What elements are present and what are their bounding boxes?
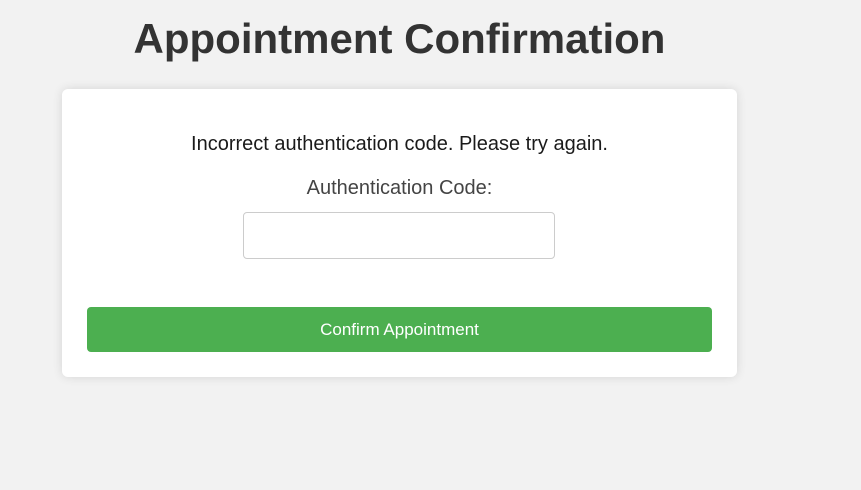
error-message: Incorrect authentication code. Please tr… <box>191 133 608 155</box>
confirmation-card: Incorrect authentication code. Please tr… <box>62 89 737 377</box>
page-title: Appointment Confirmation <box>133 15 666 62</box>
confirm-appointment-button[interactable]: Confirm Appointment <box>87 307 712 352</box>
authentication-code-input[interactable] <box>243 212 555 259</box>
authentication-code-label: Authentication Code: <box>306 177 493 199</box>
